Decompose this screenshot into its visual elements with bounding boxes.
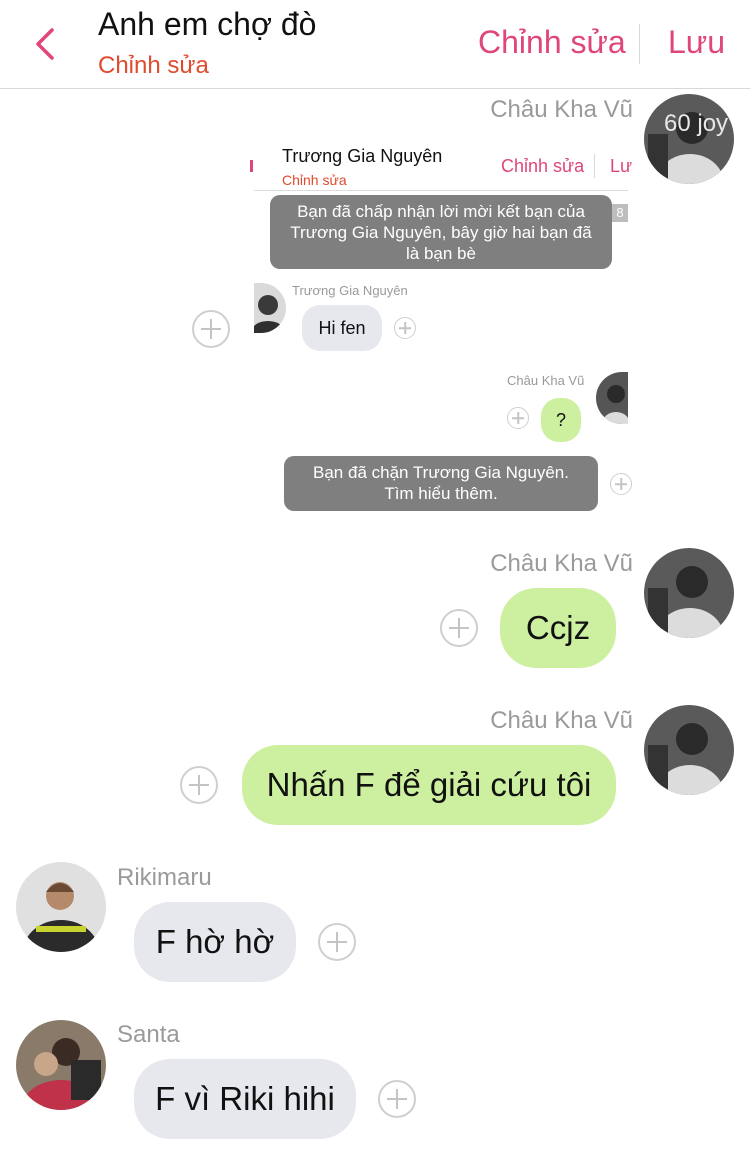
- avatar[interactable]: [644, 548, 734, 638]
- avatar-photo: [644, 705, 734, 795]
- screenshot-title: Trương Gia Nguyên: [282, 146, 443, 166]
- add-reaction-button[interactable]: [440, 609, 478, 647]
- screenshot-header-line: [254, 190, 628, 191]
- screenshot-back-fragment: [250, 160, 253, 172]
- avatar-photo: [644, 548, 734, 638]
- add-reaction-button[interactable]: [192, 310, 230, 348]
- screenshot-save-label: Lư: [610, 156, 633, 176]
- screenshot-badge: 8: [612, 204, 628, 222]
- sender-name: Santa: [117, 1021, 180, 1048]
- sender-name: Châu Kha Vũ: [490, 550, 633, 577]
- chat-subtitle[interactable]: Chỉnh sửa: [98, 52, 209, 80]
- screenshot-bubble: ?: [541, 398, 581, 442]
- screenshot-add-icon: [610, 473, 632, 495]
- screenshot-add-icon: [507, 407, 529, 429]
- save-button[interactable]: Lưu: [668, 24, 725, 61]
- add-reaction-button[interactable]: [318, 923, 356, 961]
- message-bubble[interactable]: Nhấn F để giải cứu tôi: [242, 745, 616, 825]
- message-bubble[interactable]: F hờ hờ: [134, 902, 296, 982]
- avatar-photo: [16, 1020, 106, 1110]
- avatar[interactable]: [16, 862, 106, 952]
- back-button[interactable]: [28, 24, 68, 64]
- screenshot-divider: [594, 154, 595, 178]
- sender-name: Châu Kha Vũ: [490, 707, 633, 734]
- screenshot-add-icon: [394, 317, 416, 339]
- screenshot-bubble: Hi fen: [302, 305, 382, 351]
- screenshot-edit-label: Chỉnh sửa: [501, 156, 585, 176]
- chat-title: Anh em chợ đò: [98, 6, 317, 42]
- sender-name: Rikimaru: [117, 864, 212, 891]
- add-reaction-button[interactable]: [180, 766, 218, 804]
- avatar[interactable]: [644, 94, 734, 184]
- message-bubble[interactable]: F vì Riki hihi: [134, 1059, 356, 1139]
- avatar[interactable]: [644, 705, 734, 795]
- avatar-overlay-text: 60 joy: [664, 110, 729, 137]
- avatar-photo: [16, 862, 106, 952]
- add-reaction-button[interactable]: [378, 1080, 416, 1118]
- avatar[interactable]: [16, 1020, 106, 1110]
- sender-name: Châu Kha Vũ: [490, 96, 633, 123]
- header-divider: [639, 24, 640, 64]
- message-bubble[interactable]: Ccjz: [500, 588, 616, 668]
- screenshot-sender-name: Trương Gia Nguyên: [292, 283, 408, 298]
- chevron-left-icon: [36, 28, 54, 60]
- screenshot-sender-name: Châu Kha Vũ: [507, 373, 585, 388]
- system-message: Bạn đã chặn Trương Gia Nguyên. Tìm hiểu …: [284, 456, 598, 511]
- edit-button[interactable]: Chỉnh sửa: [478, 24, 626, 61]
- avatar-photo: [644, 94, 734, 184]
- screenshot-subtitle: Chỉnh sửa: [282, 172, 347, 188]
- system-message: Bạn đã chấp nhận lời mời kết bạn của Trư…: [270, 195, 612, 269]
